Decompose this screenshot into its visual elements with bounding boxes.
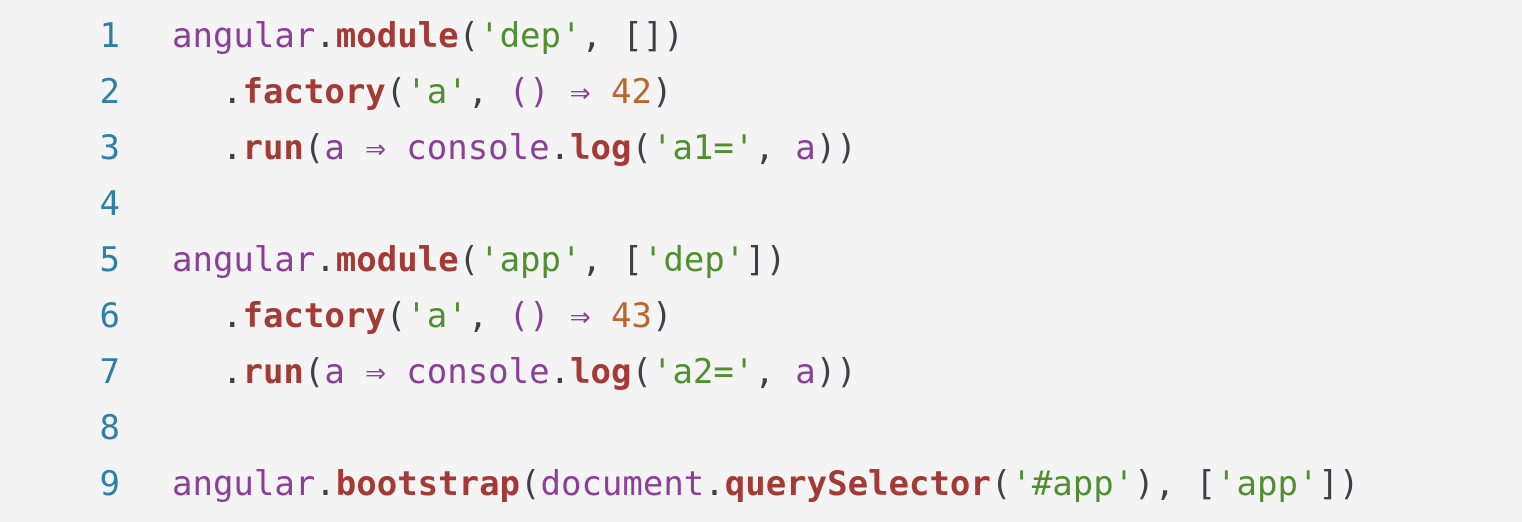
code-content: angular.module('app', ['dep']) bbox=[172, 232, 786, 288]
code-token: . bbox=[222, 72, 243, 112]
code-token: '#app' bbox=[1011, 464, 1135, 504]
code-token: ), [ bbox=[1134, 464, 1217, 504]
code-content: angular.bootstrap(document.querySelector… bbox=[172, 456, 1359, 512]
line-number: 1 bbox=[99, 16, 120, 56]
code-content: .run(a ⇒ console.log('a2=', a)) bbox=[172, 344, 857, 400]
code-token: angular bbox=[172, 464, 316, 504]
code-token: angular bbox=[172, 16, 316, 56]
code-token: ) bbox=[651, 72, 673, 112]
code-token: . bbox=[549, 352, 571, 392]
code-token: factory bbox=[242, 72, 386, 112]
code-view: 1 angular.module('dep', []) 2 .factory('a',… bbox=[0, 0, 1522, 522]
code-token: log bbox=[570, 128, 632, 168]
code-line: 6 .factory('a', () ⇒ 43) bbox=[0, 288, 1522, 344]
code-token: module bbox=[335, 240, 459, 280]
code-token: . bbox=[222, 128, 243, 168]
code-token: . bbox=[704, 464, 725, 504]
code-token: 'dep' bbox=[642, 240, 746, 280]
code-token: , bbox=[467, 296, 509, 336]
code-content: .factory('a', () ⇒ 43) bbox=[172, 288, 672, 344]
code-line: 5 angular.module('app', ['dep']) bbox=[0, 232, 1522, 288]
code-line: 1 angular.module('dep', []) bbox=[0, 8, 1522, 64]
code-content: .run(a ⇒ console.log('a1=', a)) bbox=[172, 120, 857, 176]
line-number: 7 bbox=[99, 352, 120, 392]
code-token: , bbox=[754, 128, 796, 168]
code-token: 'a1=' bbox=[651, 128, 755, 168]
code-token: 'dep' bbox=[479, 16, 582, 56]
code-token: angular bbox=[172, 240, 316, 280]
code-content: angular.module('dep', []) bbox=[172, 8, 684, 64]
code-token: 'a' bbox=[406, 296, 468, 336]
code-token: ( bbox=[303, 352, 325, 392]
code-token: ( bbox=[990, 464, 1012, 504]
code-token: . bbox=[315, 464, 336, 504]
code-token: console bbox=[406, 128, 550, 168]
code-content: .factory('a', () ⇒ 42) bbox=[172, 64, 672, 120]
code-token: factory bbox=[242, 296, 386, 336]
code-token: . bbox=[315, 16, 336, 56]
code-line: 8 bbox=[0, 400, 1522, 456]
code-token: , bbox=[467, 72, 509, 112]
code-token: ) bbox=[663, 16, 684, 56]
code-token: 43 bbox=[611, 296, 652, 336]
code-token: ( bbox=[385, 296, 407, 336]
code-token: a ⇒ bbox=[324, 128, 407, 168]
code-line: 3 .run(a ⇒ console.log('a1=', a)) bbox=[0, 120, 1522, 176]
code-token: a ⇒ bbox=[324, 352, 407, 392]
line-number: 2 bbox=[99, 72, 120, 112]
code-token: ( bbox=[520, 464, 541, 504]
code-token: . bbox=[222, 352, 243, 392]
code-token: () ⇒ bbox=[508, 296, 611, 336]
code-token: ( bbox=[631, 352, 652, 392]
code-token: ( bbox=[631, 128, 652, 168]
code-token: console bbox=[406, 352, 550, 392]
code-token: 'a2=' bbox=[651, 352, 755, 392]
line-number: 9 bbox=[99, 464, 120, 504]
line-number: 8 bbox=[99, 408, 120, 448]
code-token: querySelector bbox=[724, 464, 991, 504]
code-token: bootstrap bbox=[335, 464, 521, 504]
code-token: 42 bbox=[611, 72, 652, 112]
code-token: ( bbox=[303, 128, 325, 168]
code-token: 'app' bbox=[479, 240, 582, 280]
line-number: 3 bbox=[99, 128, 120, 168]
code-token: a bbox=[795, 128, 816, 168]
code-token: . bbox=[549, 128, 571, 168]
line-number: 5 bbox=[99, 240, 120, 280]
code-line: 9 angular.bootstrap(document.querySelecto… bbox=[0, 456, 1522, 512]
code-token: ( bbox=[385, 72, 407, 112]
code-token: ( bbox=[458, 240, 480, 280]
code-token: , [ bbox=[581, 240, 643, 280]
code-token: ]) bbox=[745, 240, 787, 280]
code-token: run bbox=[242, 128, 304, 168]
code-token: 'a' bbox=[406, 72, 468, 112]
line-number: 6 bbox=[99, 296, 120, 336]
line-number: 4 bbox=[99, 184, 120, 224]
code-token: . bbox=[315, 240, 336, 280]
code-token: document bbox=[540, 464, 705, 504]
code-token: ) bbox=[651, 296, 673, 336]
code-line: 4 bbox=[0, 176, 1522, 232]
code-token: log bbox=[570, 352, 632, 392]
code-line: 2 .factory('a', () ⇒ 42) bbox=[0, 64, 1522, 120]
code-token: a bbox=[795, 352, 816, 392]
code-line: 7 .run(a ⇒ console.log('a2=', a)) bbox=[0, 344, 1522, 400]
code-token: module bbox=[335, 16, 459, 56]
code-token: . bbox=[222, 296, 243, 336]
code-token: )) bbox=[815, 128, 857, 168]
code-token: ]) bbox=[1318, 464, 1360, 504]
code-token: run bbox=[242, 352, 304, 392]
code-token: , [] bbox=[581, 16, 664, 56]
code-token: 'app' bbox=[1216, 464, 1319, 504]
code-token: () ⇒ bbox=[508, 72, 611, 112]
code-token: ( bbox=[458, 16, 480, 56]
code-token: , bbox=[754, 352, 796, 392]
code-token: )) bbox=[815, 352, 857, 392]
